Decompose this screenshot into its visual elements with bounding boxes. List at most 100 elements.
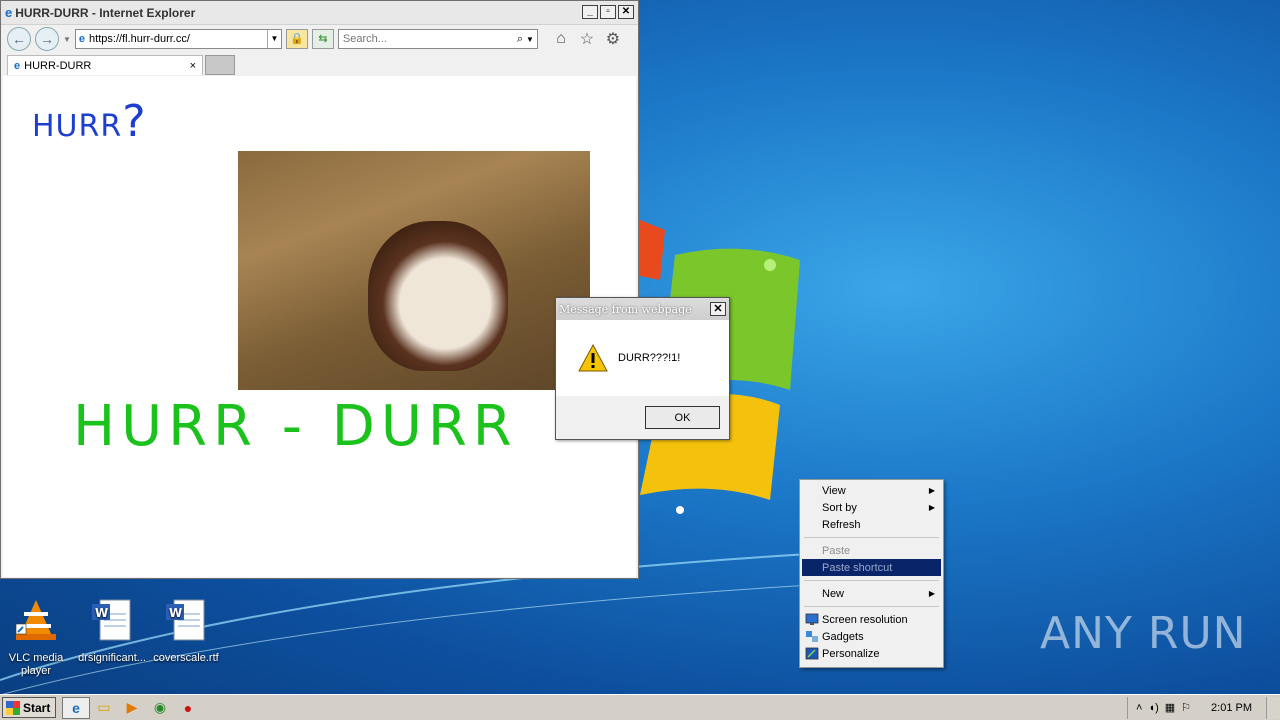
menu-item-refresh[interactable]: Refresh: [802, 516, 941, 533]
ie-page-icon: e: [78, 33, 86, 45]
tab-strip: e HURR-DURR ×: [1, 53, 638, 75]
menu-separator: [804, 537, 939, 538]
ie-titlebar[interactable]: e HURR-DURR - Internet Explorer _ ▫ ✕: [1, 1, 638, 25]
taskbar-opera-icon[interactable]: ●: [174, 697, 202, 719]
gadgets-icon: [806, 631, 818, 642]
menu-item-label: New: [822, 587, 845, 600]
menu-item-label: Paste: [822, 544, 851, 557]
home-icon[interactable]: ⌂: [550, 30, 572, 48]
submenu-arrow-icon: ▶: [928, 486, 935, 495]
lock-icon[interactable]: 🔒: [285, 29, 308, 49]
page-content: HURR? HURR - DURR: [3, 76, 636, 577]
start-button[interactable]: Start: [2, 697, 56, 718]
desktop-icon-drsignificant[interactable]: W drsignificant...: [76, 596, 148, 665]
menu-item-paste-shortcut[interactable]: Paste shortcut: [802, 559, 941, 576]
desktop-icon-label: VLC media player: [8, 652, 64, 677]
dialog-message: DURR???!1!: [618, 352, 681, 364]
tray-expand-icon[interactable]: ˄: [1136, 702, 1142, 714]
search-icon[interactable]: ⌕: [517, 33, 523, 46]
show-desktop-button[interactable]: [1266, 696, 1280, 719]
tab-close-icon[interactable]: ×: [190, 60, 196, 72]
screen-resolution-icon: [805, 613, 819, 625]
desktop-icon-label: coverscale.rtf: [153, 652, 219, 664]
dialog-titlebar[interactable]: Message from webpage ✕: [556, 298, 729, 320]
windows-flag-icon: [6, 700, 20, 715]
menu-separator: [804, 580, 939, 581]
dialog-footer: OK: [556, 396, 729, 439]
clock[interactable]: 2:01 PM: [1211, 702, 1252, 714]
tab-hurr-durr[interactable]: e HURR-DURR ×: [7, 55, 203, 75]
address-text: https://fl.hurr-durr.cc/: [89, 33, 190, 45]
ok-button[interactable]: OK: [645, 406, 720, 429]
volume-icon[interactable]: ◖): [1148, 702, 1158, 714]
network-icon[interactable]: ▦: [1165, 701, 1175, 714]
page-heading-small: HURR?: [32, 96, 147, 147]
word-document-icon: W: [92, 599, 131, 641]
desktop-icon-coverscale[interactable]: W coverscale.rtf: [150, 596, 222, 665]
svg-text:W: W: [95, 606, 108, 620]
menu-item-view[interactable]: View ▶: [802, 482, 941, 499]
ie-logo-icon: e: [5, 5, 13, 20]
tab-ie-icon: e: [14, 59, 21, 72]
menu-item-sort-by[interactable]: Sort by ▶: [802, 499, 941, 516]
desktop-icon-label: drsignificant...: [78, 652, 146, 664]
new-tab-button[interactable]: [205, 55, 235, 75]
start-label: Start: [23, 700, 51, 715]
taskbar-media-player-icon[interactable]: ▶: [118, 697, 146, 719]
menu-item-new[interactable]: New ▶: [802, 585, 941, 602]
menu-item-label: Screen resolution: [822, 613, 908, 626]
close-button[interactable]: ✕: [618, 5, 634, 19]
history-dropdown-icon[interactable]: ▼: [63, 35, 71, 44]
menu-item-label: Personalize: [822, 647, 880, 660]
taskbar-chrome-icon[interactable]: ◉: [146, 697, 174, 719]
dialog-body: DURR???!1!: [556, 320, 729, 396]
bulldog-image: [238, 151, 590, 390]
taskbar-ie-icon[interactable]: e: [62, 696, 90, 719]
address-dropdown-icon[interactable]: ▼: [266, 30, 281, 48]
back-button[interactable]: ←: [7, 27, 31, 51]
menu-item-gadgets[interactable]: Gadgets: [802, 628, 941, 645]
action-center-flag-icon[interactable]: ⚐: [1181, 701, 1191, 714]
menu-item-label: Gadgets: [822, 630, 864, 643]
heading-small-mark: ?: [122, 96, 147, 147]
desktop-icon-vlc[interactable]: VLC media player: [0, 596, 72, 678]
gear-icon[interactable]: ⚙: [602, 29, 624, 49]
menu-item-label: View: [822, 484, 846, 497]
page-heading-big: HURR - DURR: [73, 394, 518, 459]
message-dialog: Message from webpage ✕ DURR???!1! OK: [555, 297, 730, 440]
menu-item-paste[interactable]: Paste: [802, 542, 941, 559]
ie-window: e HURR-DURR - Internet Explorer _ ▫ ✕ ← …: [0, 0, 639, 579]
personalize-icon: [805, 647, 819, 660]
search-input[interactable]: [342, 33, 517, 45]
search-box[interactable]: ⌕ ▼: [337, 29, 538, 49]
system-tray: ˄ ◖) ▦ ⚐ 2:01 PM: [1127, 696, 1266, 719]
warning-icon: [578, 344, 608, 372]
window-title: HURR-DURR - Internet Explorer: [15, 5, 196, 20]
menu-item-label: Paste shortcut: [822, 561, 893, 574]
watermark-text: ANY RUN: [1040, 608, 1247, 659]
address-bar[interactable]: e https://fl.hurr-durr.cc/ ▼: [74, 29, 282, 49]
dialog-title: Message from webpage: [559, 302, 692, 316]
tab-label: HURR-DURR: [24, 59, 92, 72]
favorites-star-icon[interactable]: ☆: [576, 29, 598, 49]
menu-item-label: Sort by: [822, 501, 857, 514]
submenu-arrow-icon: ▶: [928, 589, 935, 598]
submenu-arrow-icon: ▶: [928, 503, 935, 512]
heading-small-text: HURR: [32, 109, 123, 144]
taskbar: Start e ▭ ▶ ◉ ● ˄ ◖) ▦ ⚐ 2:01 PM: [0, 694, 1280, 720]
taskbar-explorer-icon[interactable]: ▭: [90, 697, 118, 719]
forward-button[interactable]: →: [35, 27, 59, 51]
desktop-context-menu: View ▶ Sort by ▶ Refresh Paste Paste short…: [799, 479, 944, 668]
search-dropdown-icon[interactable]: ▼: [526, 35, 534, 44]
anyrun-watermark: ANY RUN: [1040, 608, 1247, 659]
menu-separator: [804, 606, 939, 607]
restore-button[interactable]: ▫: [600, 5, 616, 19]
minimize-button[interactable]: _: [582, 5, 598, 19]
menu-item-screen-resolution[interactable]: Screen resolution: [802, 611, 941, 628]
menu-item-personalize[interactable]: Personalize: [802, 645, 941, 662]
nav-bar: ← → ▼ e https://fl.hurr-durr.cc/ ▼ 🔒 ⇆ ⌕…: [1, 25, 638, 53]
dialog-close-button[interactable]: ✕: [710, 302, 726, 316]
svg-text:W: W: [169, 606, 182, 620]
vlc-icon: [15, 600, 56, 640]
refresh-icon[interactable]: ⇆: [311, 29, 334, 49]
